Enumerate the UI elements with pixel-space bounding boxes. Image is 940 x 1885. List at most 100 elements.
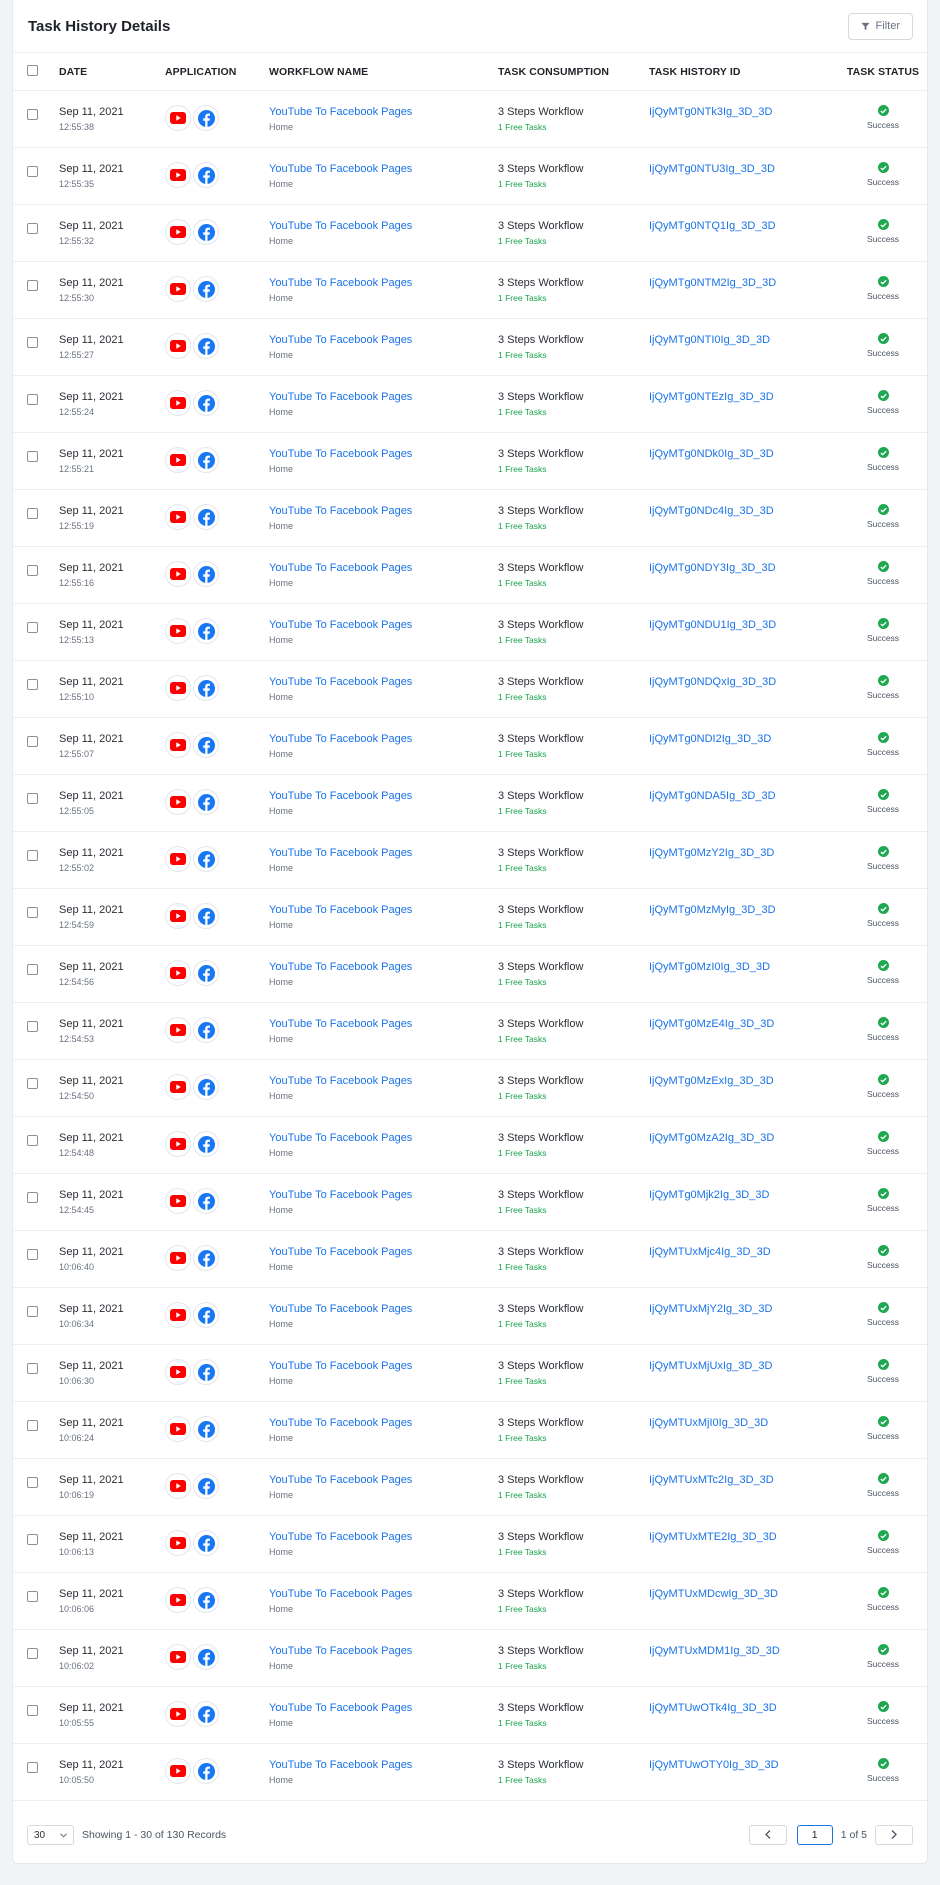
workflow-name-link[interactable]: YouTube To Facebook Pages (269, 1245, 498, 1259)
table-row[interactable]: Sep 11, 2021 12:55:30 YouTube To Faceboo… (13, 262, 927, 319)
row-checkbox[interactable] (27, 1534, 38, 1545)
row-checkbox[interactable] (27, 1705, 38, 1716)
row-checkbox[interactable] (27, 736, 38, 747)
page-size-select[interactable]: 30 (27, 1825, 74, 1845)
task-history-id-link[interactable]: IjQyMTg0MzExIg_3D_3D (649, 1074, 839, 1088)
task-history-id-link[interactable]: IjQyMTg0NDA5Ig_3D_3D (649, 789, 839, 803)
current-page-input[interactable]: 1 (796, 1825, 833, 1845)
select-all-checkbox[interactable] (27, 64, 38, 76)
task-history-id-link[interactable]: IjQyMTg0NTM2Ig_3D_3D (649, 276, 839, 290)
task-history-id-link[interactable]: IjQyMTg0Mjk2Ig_3D_3D (649, 1188, 839, 1202)
task-history-id-link[interactable]: IjQyMTg0NTI0Ig_3D_3D (649, 333, 839, 347)
task-history-id-link[interactable]: IjQyMTUwOTY0Ig_3D_3D (649, 1758, 839, 1772)
row-checkbox[interactable] (27, 1477, 38, 1488)
table-row[interactable]: Sep 11, 2021 12:55:38 YouTube To Faceboo… (13, 91, 927, 148)
table-row[interactable]: Sep 11, 2021 10:05:55 YouTube To Faceboo… (13, 1687, 927, 1744)
row-checkbox[interactable] (27, 1420, 38, 1431)
table-row[interactable]: Sep 11, 2021 10:06:02 YouTube To Faceboo… (13, 1630, 927, 1687)
column-header-workflow-name[interactable]: WORKFLOW NAME (269, 66, 498, 78)
row-checkbox[interactable] (27, 1249, 38, 1260)
column-header-task-history-id[interactable]: TASK HISTORY ID (649, 66, 839, 78)
workflow-name-link[interactable]: YouTube To Facebook Pages (269, 618, 498, 632)
table-row[interactable]: Sep 11, 2021 12:55:13 YouTube To Faceboo… (13, 604, 927, 661)
row-checkbox[interactable] (27, 1762, 38, 1773)
table-row[interactable]: Sep 11, 2021 10:06:13 YouTube To Faceboo… (13, 1516, 927, 1573)
task-history-id-link[interactable]: IjQyMTUxMDM1Ig_3D_3D (649, 1644, 839, 1658)
table-row[interactable]: Sep 11, 2021 12:55:16 YouTube To Faceboo… (13, 547, 927, 604)
workflow-name-link[interactable]: YouTube To Facebook Pages (269, 1302, 498, 1316)
workflow-name-link[interactable]: YouTube To Facebook Pages (269, 390, 498, 404)
workflow-name-link[interactable]: YouTube To Facebook Pages (269, 903, 498, 917)
row-checkbox[interactable] (27, 508, 38, 519)
task-history-id-link[interactable]: IjQyMTg0NDU1Ig_3D_3D (649, 618, 839, 632)
column-header-application[interactable]: APPLICATION (165, 66, 269, 78)
table-row[interactable]: Sep 11, 2021 12:54:56 YouTube To Faceboo… (13, 946, 927, 1003)
row-checkbox[interactable] (27, 337, 38, 348)
task-history-id-link[interactable]: IjQyMTg0MzE4Ig_3D_3D (649, 1017, 839, 1031)
table-row[interactable]: Sep 11, 2021 12:55:19 YouTube To Faceboo… (13, 490, 927, 547)
task-history-id-link[interactable]: IjQyMTg0NDI2Ig_3D_3D (649, 732, 839, 746)
task-history-id-link[interactable]: IjQyMTUxMjY2Ig_3D_3D (649, 1302, 839, 1316)
task-history-id-link[interactable]: IjQyMTg0NTU3Ig_3D_3D (649, 162, 839, 176)
task-history-id-link[interactable]: IjQyMTg0NTEzIg_3D_3D (649, 390, 839, 404)
table-row[interactable]: Sep 11, 2021 10:06:34 YouTube To Faceboo… (13, 1288, 927, 1345)
task-history-id-link[interactable]: IjQyMTUxMjc4Ig_3D_3D (649, 1245, 839, 1259)
row-checkbox[interactable] (27, 622, 38, 633)
table-row[interactable]: Sep 11, 2021 12:55:07 YouTube To Faceboo… (13, 718, 927, 775)
workflow-name-link[interactable]: YouTube To Facebook Pages (269, 1530, 498, 1544)
table-row[interactable]: Sep 11, 2021 12:55:27 YouTube To Faceboo… (13, 319, 927, 376)
task-history-id-link[interactable]: IjQyMTg0MzMyIg_3D_3D (649, 903, 839, 917)
row-checkbox[interactable] (27, 565, 38, 576)
workflow-name-link[interactable]: YouTube To Facebook Pages (269, 504, 498, 518)
row-checkbox[interactable] (27, 451, 38, 462)
table-row[interactable]: Sep 11, 2021 10:06:30 YouTube To Faceboo… (13, 1345, 927, 1402)
row-checkbox[interactable] (27, 679, 38, 690)
table-row[interactable]: Sep 11, 2021 10:06:06 YouTube To Faceboo… (13, 1573, 927, 1630)
task-history-id-link[interactable]: IjQyMTUxMTE2Ig_3D_3D (649, 1530, 839, 1544)
workflow-name-link[interactable]: YouTube To Facebook Pages (269, 1701, 498, 1715)
task-history-id-link[interactable]: IjQyMTg0MzA2Ig_3D_3D (649, 1131, 839, 1145)
workflow-name-link[interactable]: YouTube To Facebook Pages (269, 1758, 498, 1772)
row-checkbox[interactable] (27, 280, 38, 291)
table-row[interactable]: Sep 11, 2021 12:55:10 YouTube To Faceboo… (13, 661, 927, 718)
task-history-id-link[interactable]: IjQyMTg0NDY3Ig_3D_3D (649, 561, 839, 575)
table-row[interactable]: Sep 11, 2021 12:55:05 YouTube To Faceboo… (13, 775, 927, 832)
task-history-id-link[interactable]: IjQyMTg0MzY2Ig_3D_3D (649, 846, 839, 860)
workflow-name-link[interactable]: YouTube To Facebook Pages (269, 846, 498, 860)
row-checkbox[interactable] (27, 223, 38, 234)
row-checkbox[interactable] (27, 1135, 38, 1146)
row-checkbox[interactable] (27, 109, 38, 120)
table-row[interactable]: Sep 11, 2021 12:54:48 YouTube To Faceboo… (13, 1117, 927, 1174)
filter-button[interactable]: Filter (847, 12, 913, 40)
task-history-id-link[interactable]: IjQyMTg0NTQ1Ig_3D_3D (649, 219, 839, 233)
workflow-name-link[interactable]: YouTube To Facebook Pages (269, 276, 498, 290)
row-checkbox[interactable] (27, 1306, 38, 1317)
row-checkbox[interactable] (27, 907, 38, 918)
task-history-id-link[interactable]: IjQyMTg0NDk0Ig_3D_3D (649, 447, 839, 461)
table-row[interactable]: Sep 11, 2021 10:06:40 YouTube To Faceboo… (13, 1231, 927, 1288)
task-history-id-link[interactable]: IjQyMTg0NDc4Ig_3D_3D (649, 504, 839, 518)
row-checkbox[interactable] (27, 1363, 38, 1374)
task-history-id-link[interactable]: IjQyMTUxMjUxIg_3D_3D (649, 1359, 839, 1373)
table-row[interactable]: Sep 11, 2021 12:55:02 YouTube To Faceboo… (13, 832, 927, 889)
task-history-id-link[interactable]: IjQyMTg0NDQxIg_3D_3D (649, 675, 839, 689)
prev-page-button[interactable] (748, 1825, 787, 1845)
workflow-name-link[interactable]: YouTube To Facebook Pages (269, 960, 498, 974)
row-checkbox[interactable] (27, 1591, 38, 1602)
table-row[interactable]: Sep 11, 2021 10:05:50 YouTube To Faceboo… (13, 1744, 927, 1801)
row-checkbox[interactable] (27, 793, 38, 804)
workflow-name-link[interactable]: YouTube To Facebook Pages (269, 1188, 498, 1202)
workflow-name-link[interactable]: YouTube To Facebook Pages (269, 162, 498, 176)
row-checkbox[interactable] (27, 1648, 38, 1659)
column-header-date[interactable]: DATE (59, 66, 165, 78)
workflow-name-link[interactable]: YouTube To Facebook Pages (269, 789, 498, 803)
task-history-id-link[interactable]: IjQyMTg0MzI0Ig_3D_3D (649, 960, 839, 974)
workflow-name-link[interactable]: YouTube To Facebook Pages (269, 675, 498, 689)
row-checkbox[interactable] (27, 1021, 38, 1032)
workflow-name-link[interactable]: YouTube To Facebook Pages (269, 447, 498, 461)
workflow-name-link[interactable]: YouTube To Facebook Pages (269, 1017, 498, 1031)
table-row[interactable]: Sep 11, 2021 10:06:24 YouTube To Faceboo… (13, 1402, 927, 1459)
next-page-button[interactable] (875, 1825, 913, 1845)
table-row[interactable]: Sep 11, 2021 12:54:53 YouTube To Faceboo… (13, 1003, 927, 1060)
workflow-name-link[interactable]: YouTube To Facebook Pages (269, 732, 498, 746)
